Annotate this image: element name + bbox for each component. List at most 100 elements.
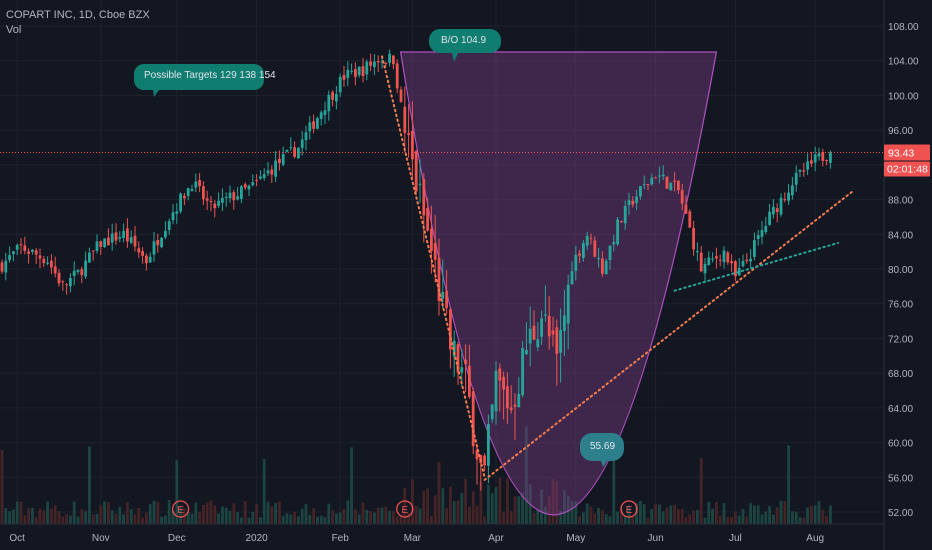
candle-body	[817, 153, 821, 157]
candle-body	[684, 204, 688, 214]
candle-body	[69, 278, 72, 287]
candle-body	[582, 243, 585, 258]
candle-body	[749, 258, 752, 262]
candle-body	[506, 386, 509, 409]
candle-body	[323, 110, 327, 115]
volume-bar	[445, 508, 448, 524]
volume-bar	[91, 514, 95, 524]
y-tick-label: 60.00	[888, 439, 913, 450]
candle-body	[756, 235, 760, 239]
x-tick-label: Aug	[806, 533, 824, 544]
volume-bar	[772, 514, 775, 524]
candle-body	[190, 189, 194, 191]
candle-body	[319, 112, 323, 119]
candle-body	[703, 263, 707, 274]
candle-body	[597, 258, 600, 260]
trend-line-channel	[673, 241, 839, 292]
volume-bar	[243, 500, 247, 524]
volume-bar	[213, 505, 217, 524]
volume-bar	[38, 508, 42, 524]
volume-bar	[650, 509, 654, 524]
candle-body	[441, 291, 445, 299]
candle-body	[255, 179, 258, 181]
candle-body	[642, 184, 646, 186]
candle-body	[699, 252, 703, 272]
candle-body	[692, 227, 695, 250]
candle-body	[540, 318, 543, 337]
candle-body	[601, 258, 604, 274]
candle-body	[593, 240, 597, 257]
x-tick-label: Mar	[404, 533, 422, 544]
candle-body	[224, 196, 228, 198]
candle-body	[338, 76, 342, 93]
candle-body	[726, 252, 730, 263]
volume-bar	[46, 501, 49, 524]
volume-bar	[756, 505, 760, 524]
candle-body	[445, 290, 448, 309]
candle-body	[612, 241, 616, 245]
volume-bar	[224, 507, 228, 524]
symbol-line[interactable]: COPART INC, 1D, Cboe BZX	[6, 8, 150, 23]
cup-pattern	[399, 51, 718, 516]
candle-body	[221, 197, 224, 203]
chart-header: COPART INC, 1D, Cboe BZX Vol	[6, 8, 150, 38]
y-tick-label: 96.00	[888, 126, 913, 137]
price-chart[interactable]: E E E 52.00 56.00 60.00 64.00 68.00 72.00 76.00 8…	[0, 0, 932, 550]
candle-body	[103, 238, 106, 248]
candle-body	[498, 368, 502, 381]
volume-bar	[76, 516, 80, 524]
volume-bars	[0, 426, 832, 524]
candle-body	[88, 252, 91, 263]
candle-body	[639, 186, 642, 197]
candle-body	[114, 232, 118, 241]
volume-bar	[680, 508, 684, 524]
x-tick-label: Jun	[648, 533, 664, 544]
candle-body	[357, 66, 361, 76]
candle-body	[335, 93, 338, 102]
candle-body	[574, 254, 578, 271]
volume-bar	[156, 501, 160, 524]
y-tick-label: 80.00	[888, 265, 913, 276]
volume-bar	[53, 505, 57, 524]
volume-bar	[369, 511, 372, 524]
volume-bar	[50, 508, 53, 524]
candle-body	[566, 284, 570, 324]
volume-bar	[764, 511, 768, 524]
candle-body	[137, 248, 141, 253]
candle-body	[718, 259, 722, 261]
candle-body	[422, 179, 426, 216]
volume-bar	[251, 512, 255, 524]
x-tick-label: Jul	[729, 533, 742, 544]
candle-body	[806, 161, 809, 170]
candle-body	[270, 169, 274, 175]
candle-body	[232, 192, 236, 201]
candle-body	[787, 192, 790, 201]
candle-body	[53, 266, 57, 274]
volume-bar	[61, 516, 65, 524]
y-tick-label: 100.00	[888, 91, 919, 102]
volume-bar	[734, 511, 737, 524]
x-tick-label: Apr	[488, 533, 504, 544]
candle-body	[631, 200, 635, 205]
candle-body	[794, 172, 798, 185]
volume-bar	[422, 490, 426, 524]
candle-body	[426, 207, 429, 231]
volume-bar	[126, 502, 129, 524]
volume-bar	[509, 511, 513, 524]
candle-body	[513, 404, 517, 407]
volume-bar	[194, 502, 198, 524]
candle-body	[536, 339, 540, 348]
candle-body	[12, 251, 15, 255]
candle-body	[589, 238, 593, 240]
candle-body	[133, 235, 137, 247]
volume-bar	[217, 513, 220, 524]
candle-body	[202, 186, 205, 200]
candle-body	[779, 197, 783, 215]
candle-body	[312, 121, 315, 129]
volume-bar	[323, 517, 327, 524]
volume-bar	[278, 501, 281, 524]
y-tick-label: 64.00	[888, 404, 913, 415]
candle-body	[661, 174, 665, 177]
volume-bar	[31, 507, 34, 524]
candle-body	[798, 169, 802, 172]
